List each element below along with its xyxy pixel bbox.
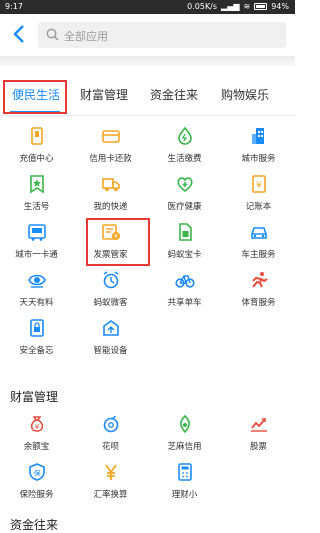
status-time: 9:17 (5, 2, 23, 11)
app-label: 保险服务 (19, 490, 54, 500)
svg-text:¥: ¥ (256, 181, 262, 191)
card-icon (102, 130, 120, 143)
app-label: 天天有料 (19, 298, 54, 308)
app-label: 蚂蚁宝卡 (167, 250, 202, 260)
device-icon (103, 320, 119, 336)
app-yen[interactable]: 汇率换算 (74, 462, 147, 506)
app-health[interactable]: 医疗健康 (148, 174, 221, 218)
highlight-box-tab (3, 80, 67, 114)
app-sesame[interactable]: 芝麻信用 (148, 414, 221, 458)
runner-icon (252, 272, 268, 288)
star-doc-icon (30, 175, 44, 194)
calc-icon (178, 463, 192, 481)
search-input[interactable]: 全部应用 (38, 22, 286, 48)
huabei-icon (103, 415, 119, 433)
app-label: 车主服务 (241, 250, 276, 260)
tab-shopping[interactable]: 购物娱乐 (221, 86, 269, 103)
svg-text:保: 保 (34, 469, 41, 478)
app-label: 我的快递 (93, 202, 128, 212)
signal-icon: ▂▄▆ (221, 2, 240, 11)
highlight-box-invoice (86, 218, 150, 266)
app-label: 生活号 (23, 202, 50, 212)
eye-icon (28, 274, 46, 288)
tab-funds[interactable]: 资金往来 (150, 86, 198, 103)
app-label: 蚂蚁微客 (93, 298, 128, 308)
app-label: 城市服务 (241, 154, 276, 164)
app-card[interactable]: 信用卡还款 (74, 126, 147, 170)
building-icon (252, 128, 264, 144)
bus-card-icon (28, 224, 46, 241)
app-lock[interactable]: 安全备忘 (0, 318, 73, 362)
lock-icon (30, 319, 44, 337)
chevron-left-icon (13, 25, 24, 43)
header: 全部应用 (0, 14, 295, 54)
back-button[interactable] (6, 20, 32, 48)
shield-icon: 保 (29, 463, 45, 481)
app-phone[interactable]: 充值中心 (0, 126, 73, 170)
stock-icon (251, 418, 267, 432)
battery-percent: 94% (271, 2, 289, 11)
app-star-doc[interactable]: 生活号 (0, 174, 73, 218)
app-label: 智能设备 (93, 346, 128, 356)
battery-icon (254, 3, 268, 10)
app-label: 共享单车 (167, 298, 202, 308)
sim-icon (179, 223, 192, 241)
app-label: 信用卡还款 (89, 154, 132, 164)
app-label: 余额宝 (23, 442, 50, 452)
app-label: 体育服务 (241, 298, 276, 308)
app-label: 理财小 (171, 490, 198, 500)
app-sim[interactable]: 蚂蚁宝卡 (148, 222, 221, 266)
app-label: 花呗 (101, 442, 119, 452)
health-icon (177, 177, 193, 192)
app-truck[interactable]: 我的快递 (74, 174, 147, 218)
app-label: 充值中心 (19, 154, 54, 164)
app-runner[interactable]: 体育服务 (222, 270, 295, 314)
status-right: 0.05K/s ▂▄▆ ≋ 94% (187, 2, 289, 11)
app-huabei[interactable]: 花呗 (74, 414, 147, 458)
section-title-wealth: 财富管理 (10, 390, 59, 404)
ledger-icon: ¥ (252, 175, 266, 193)
app-ledger[interactable]: ¥ 记账本 (222, 174, 295, 218)
app-drop[interactable]: 生活缴费 (148, 126, 221, 170)
status-bar: 9:17 0.05K/s ▂▄▆ ≋ 94% (0, 0, 295, 14)
app-label: 安全备忘 (19, 346, 54, 356)
app-label: 汇率换算 (93, 490, 128, 500)
app-eye[interactable]: 天天有料 (0, 270, 73, 314)
app-label: 记账本 (245, 202, 272, 212)
tab-wealth[interactable]: 财富管理 (80, 86, 128, 103)
search-placeholder: 全部应用 (64, 30, 108, 43)
car-icon (251, 227, 267, 239)
search-icon (46, 28, 59, 41)
app-car[interactable]: 车主服务 (222, 222, 295, 266)
app-label: 股票 (249, 442, 267, 452)
phone-icon (31, 127, 43, 145)
app-stock[interactable]: 股票 (222, 414, 295, 458)
alarm-icon (103, 271, 119, 289)
app-building[interactable]: 城市服务 (222, 126, 295, 170)
app-moneybag[interactable]: ¥ 余额宝 (0, 414, 73, 458)
app-label: 生活缴费 (167, 154, 202, 164)
wifi-icon: ≋ (243, 2, 251, 11)
truck-icon (102, 178, 120, 192)
sesame-icon (180, 414, 190, 434)
app-shield[interactable]: 保保险服务 (0, 462, 73, 506)
app-label: 城市一卡通 (15, 250, 58, 260)
svg-text:¥: ¥ (35, 423, 40, 431)
app-label: 医疗健康 (167, 202, 202, 212)
app-device[interactable]: 智能设备 (74, 318, 147, 362)
app-bus-card[interactable]: 城市一卡通 (0, 222, 73, 266)
divider-strip (0, 56, 295, 66)
app-bike[interactable]: 共享单车 (148, 270, 221, 314)
app-alarm[interactable]: 蚂蚁微客 (74, 270, 147, 314)
moneybag-icon: ¥ (30, 416, 44, 432)
drop-icon (178, 126, 192, 145)
app-label: 芝麻信用 (167, 442, 202, 452)
app-calc[interactable]: 理财小 (148, 462, 221, 506)
network-speed: 0.05K/s (187, 2, 218, 11)
yen-icon (105, 464, 117, 480)
section-title-funds: 资金往来 (10, 518, 59, 532)
bike-icon (175, 275, 195, 288)
